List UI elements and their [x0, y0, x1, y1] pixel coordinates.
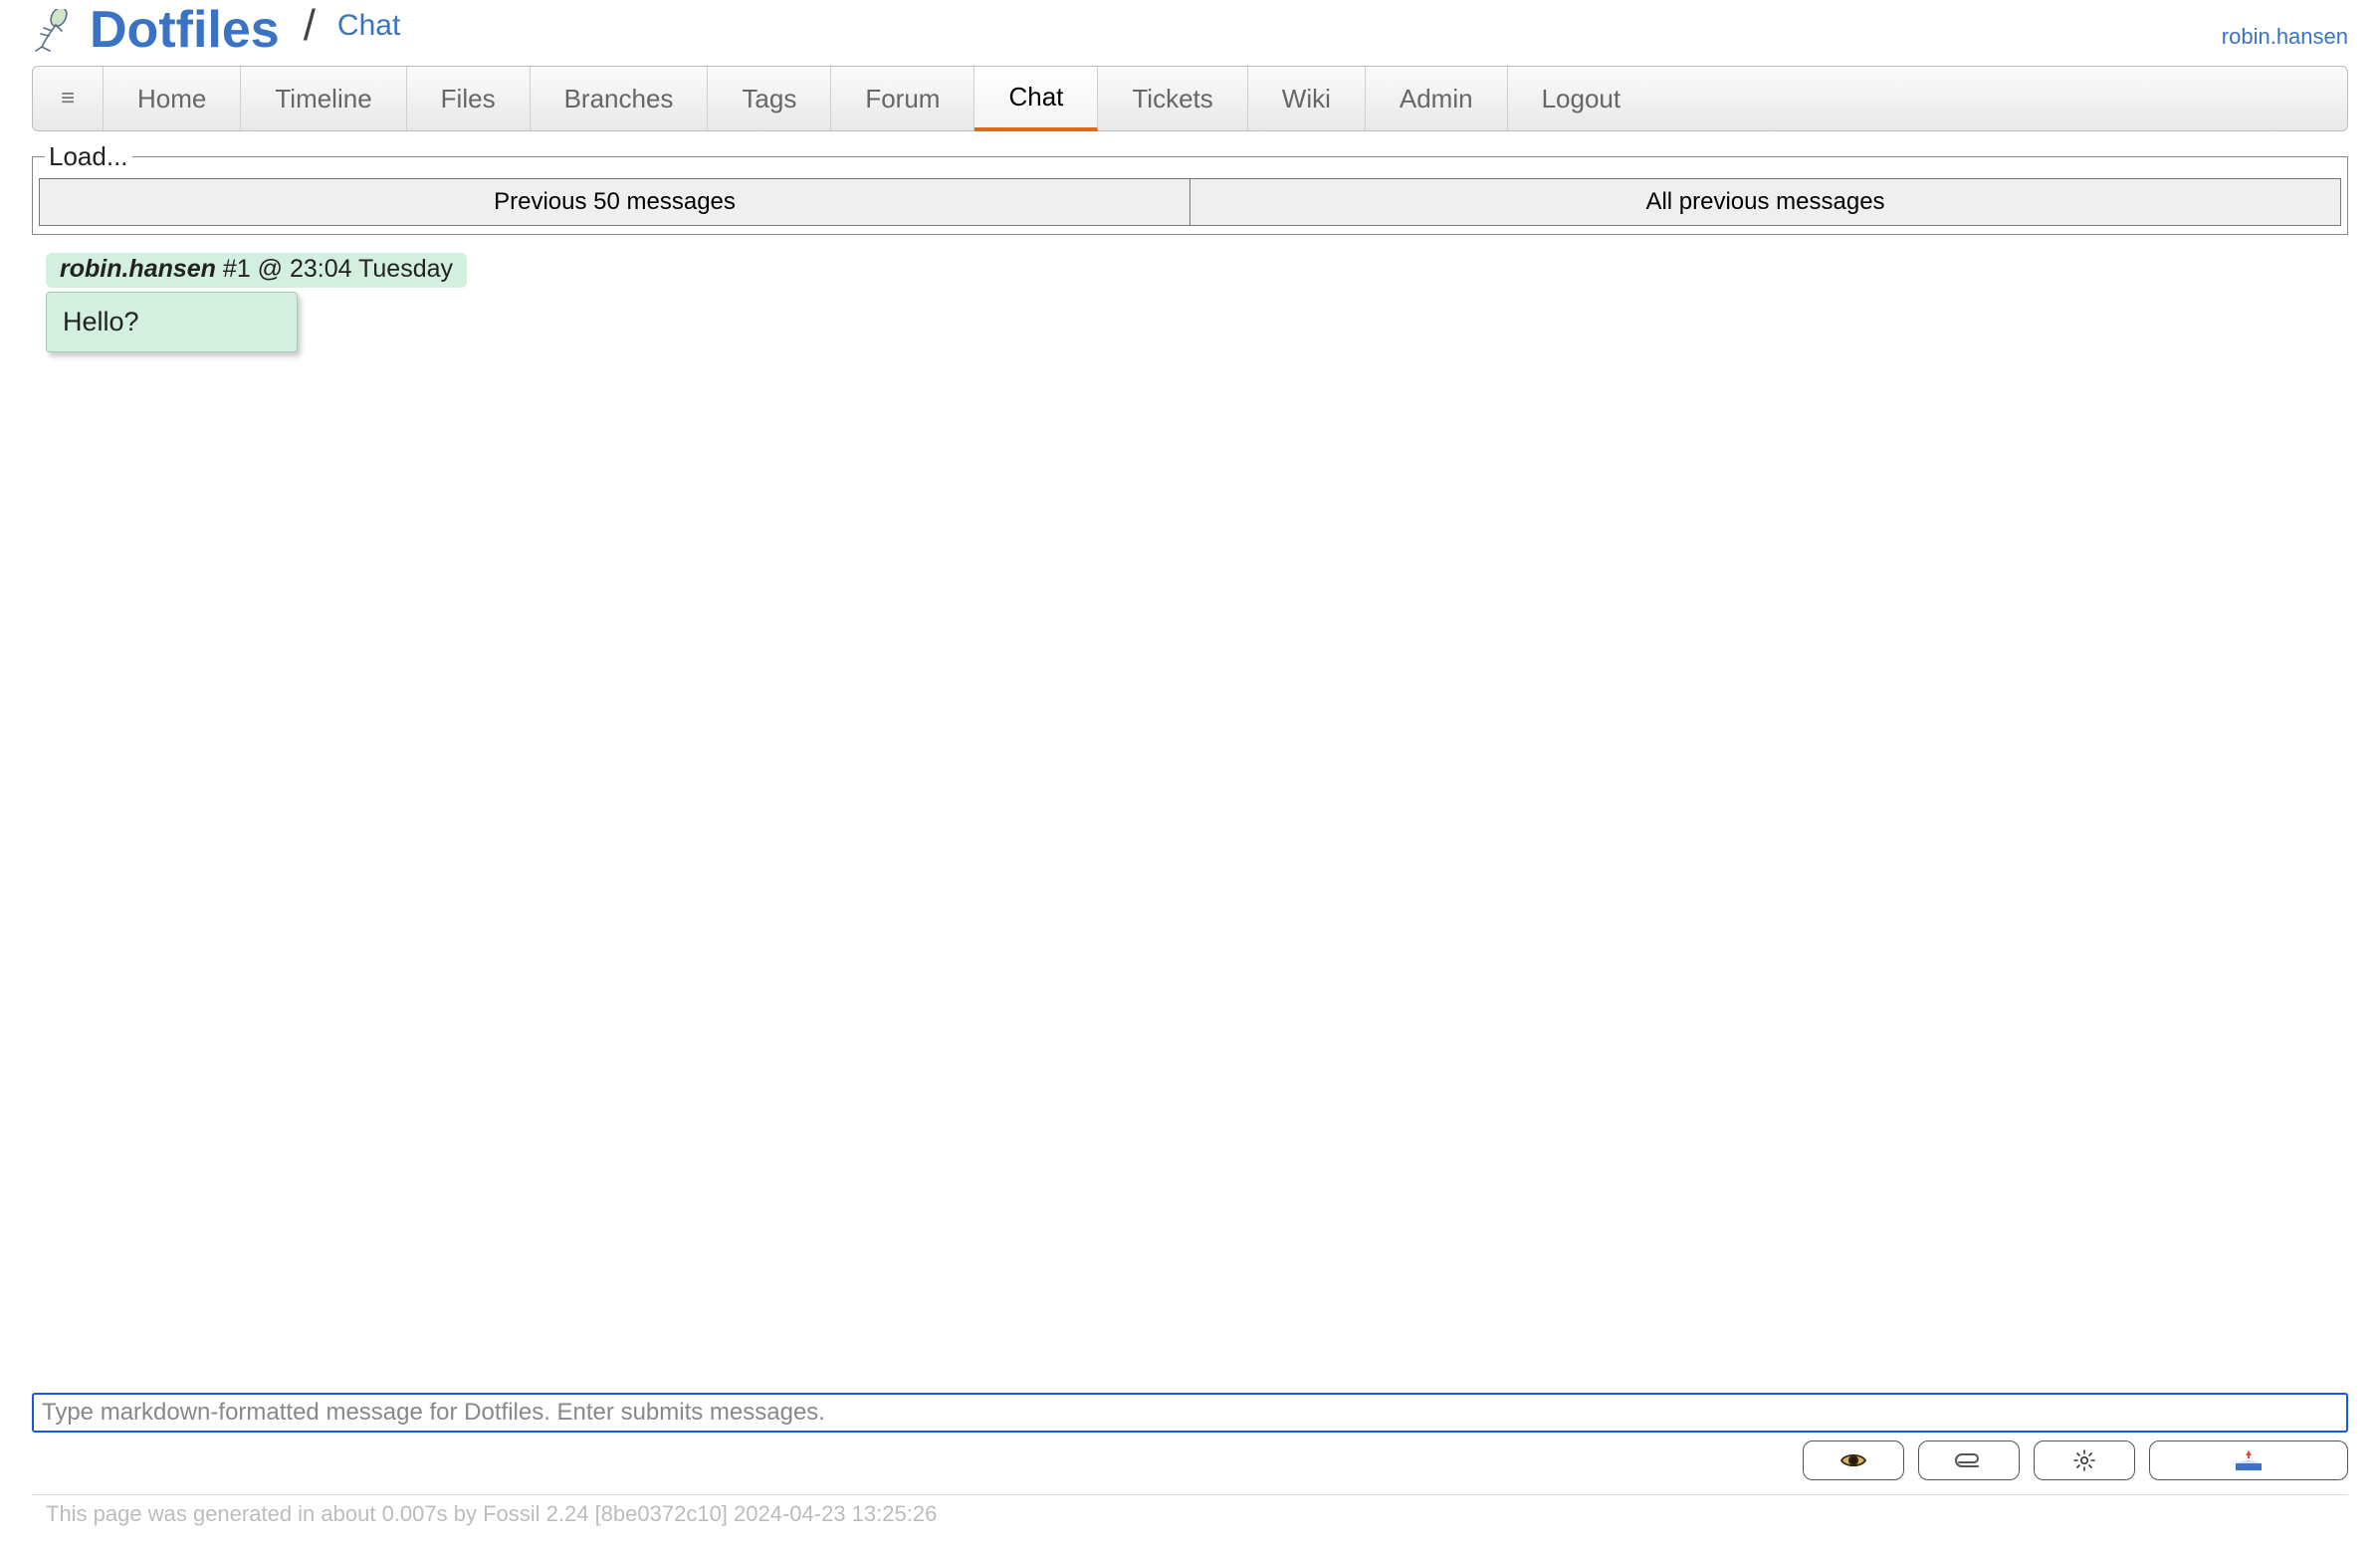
- main-nav: ≡ HomeTimelineFilesBranchesTagsForumChat…: [32, 66, 2348, 131]
- chat-messages-area: robin.hansen #1 @ 23:04 Tuesday Hello?: [32, 253, 2348, 1383]
- nav-tab-wiki[interactable]: Wiki: [1248, 67, 1366, 130]
- nav-tab-branches[interactable]: Branches: [531, 67, 709, 130]
- composer-toolbar: [32, 1440, 2348, 1480]
- nav-tab-timeline[interactable]: Timeline: [241, 67, 406, 130]
- nav-tab-tickets[interactable]: Tickets: [1098, 67, 1247, 130]
- nav-tab-chat[interactable]: Chat: [974, 67, 1098, 131]
- nav-tab-tags[interactable]: Tags: [708, 67, 831, 130]
- message-meta: robin.hansen #1 @ 23:04 Tuesday: [46, 253, 467, 288]
- current-user-link[interactable]: robin.hansen: [2222, 24, 2348, 56]
- fossil-logo-icon: [32, 9, 72, 53]
- attach-button[interactable]: [1918, 1440, 2020, 1480]
- load-more-group: Load... Previous 50 messages All previou…: [32, 141, 2348, 235]
- page-name[interactable]: Chat: [337, 9, 400, 43]
- hamburger-menu-button[interactable]: ≡: [33, 67, 104, 130]
- load-prev-50-button[interactable]: Previous 50 messages: [39, 178, 1190, 226]
- footer-separator: [32, 1494, 2348, 1495]
- settings-button[interactable]: [2034, 1440, 2135, 1480]
- header-left: Dotfiles / Chat: [32, 4, 400, 56]
- nav-tab-files[interactable]: Files: [407, 67, 531, 130]
- header: Dotfiles / Chat robin.hansen: [32, 0, 2348, 66]
- gear-icon: [2073, 1449, 2095, 1471]
- load-legend: Load...: [45, 141, 132, 172]
- message-input[interactable]: [32, 1393, 2348, 1433]
- paperclip-icon: [1954, 1453, 1984, 1467]
- send-button[interactable]: [2149, 1440, 2348, 1480]
- footer-text: This page was generated in about 0.007s …: [32, 1501, 2348, 1541]
- site-title[interactable]: Dotfiles: [90, 4, 280, 56]
- eye-icon: [1839, 1451, 1867, 1469]
- message-body: Hello?: [46, 292, 298, 352]
- preview-button[interactable]: [1803, 1440, 1904, 1480]
- load-all-button[interactable]: All previous messages: [1190, 178, 2341, 226]
- composer: [32, 1393, 2348, 1480]
- nav-tab-admin[interactable]: Admin: [1366, 67, 1508, 130]
- nav-tab-logout[interactable]: Logout: [1508, 67, 1655, 130]
- send-icon: [2234, 1449, 2264, 1471]
- nav-tab-forum[interactable]: Forum: [831, 67, 974, 130]
- title-separator: /: [304, 1, 316, 51]
- nav-tab-home[interactable]: Home: [104, 67, 241, 130]
- message-author: robin.hansen: [60, 255, 216, 283]
- message-meta-tail: #1 @ 23:04 Tuesday: [216, 255, 453, 283]
